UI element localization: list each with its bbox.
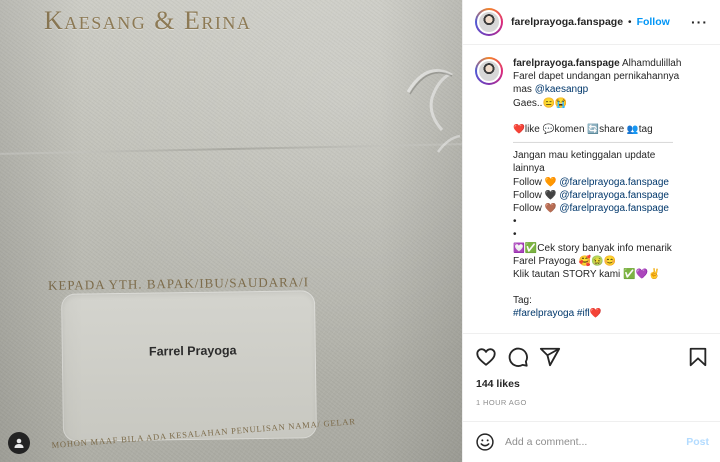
caption-text: farelprayoga.fanspage Alhamdulillah Fare… — [513, 57, 709, 321]
hashtag-link[interactable]: #farelprayoga #ifl — [513, 308, 590, 319]
header-username[interactable]: farelprayoga.fanspage — [511, 16, 623, 28]
comment-bar: Post — [463, 421, 720, 462]
caption-line: Tag: — [513, 295, 532, 307]
handle-link[interactable]: @farelprayoga.fanspage — [559, 203, 669, 214]
caption-username[interactable]: farelprayoga.fanspage — [513, 58, 620, 69]
envelope-window — [60, 290, 318, 442]
caption-line: Jangan mau ketinggalan update — [513, 150, 656, 162]
recipient-name: Farrel Prayoga — [148, 343, 237, 359]
handle-link[interactable]: @farelprayoga.fanspage — [559, 190, 669, 201]
comment-input[interactable] — [505, 436, 675, 448]
caption-divider: ———————————————— — [513, 137, 673, 149]
speech-bubble-emoji: 💬 — [542, 123, 555, 135]
caption-word: Follow — [513, 176, 542, 188]
emoji-icon[interactable] — [475, 432, 495, 452]
post-timestamp[interactable]: 1 HOUR AGO — [476, 398, 527, 407]
caption-bullet: • — [513, 216, 517, 228]
avatar[interactable] — [475, 8, 503, 36]
caption-line: Alhamdulillah — [621, 58, 682, 69]
sparkle-emoji: 💟 — [513, 242, 525, 254]
person-tag-icon[interactable] — [8, 432, 30, 454]
caption-bullet: • — [513, 229, 517, 241]
post-side-panel: farelprayoga.fanspage • Follow ··· farel… — [462, 0, 720, 462]
handle-link[interactable]: @farelprayoga.fanspage — [559, 177, 669, 188]
black-heart-emoji: 🖤 — [544, 189, 557, 201]
caption-line: Farel Prayoga 🥰🤢😊 — [513, 255, 616, 267]
addressee-label: KEPADA YTH. BAPAK/IBU/SAUDARA/I — [47, 274, 310, 293]
disclaimer-text: MOHON MAAF BILA ADA KESALAHAN PENULISAN … — [51, 416, 357, 450]
follow-button[interactable]: Follow — [637, 16, 670, 28]
mention-link[interactable]: @kaesangp — [535, 84, 589, 95]
caption-line: Gaes..😑😭 — [513, 97, 568, 109]
caption-line: lainnya — [513, 163, 545, 175]
people-emoji: 👥 — [626, 123, 639, 135]
orange-heart-emoji: 🧡 — [544, 176, 557, 188]
caption-avatar[interactable] — [475, 57, 503, 85]
caption-line: Farel dapet undangan pernikahannya — [513, 71, 680, 83]
caption-word: Follow — [513, 203, 542, 215]
caption-word: Follow — [513, 189, 542, 201]
share-icon[interactable] — [539, 346, 561, 368]
caption-line: ✅Cek story banyak info menarik — [524, 242, 672, 254]
more-horizontal-icon[interactable]: ··· — [691, 14, 708, 30]
embossed-monogram — [406, 69, 461, 153]
envelope-fold — [0, 143, 462, 155]
likes-count[interactable]: 144 likes — [476, 378, 520, 390]
heart-emoji: ❤️ — [589, 308, 602, 320]
heart-emoji: ❤️ — [513, 123, 525, 135]
caption-area: farelprayoga.fanspage Alhamdulillah Fare… — [463, 45, 720, 333]
caption: farelprayoga.fanspage Alhamdulillah Fare… — [475, 57, 709, 321]
caption-word: share — [599, 123, 625, 135]
bookmark-icon[interactable] — [687, 346, 709, 368]
caption-line: mas — [513, 84, 532, 96]
heart-icon[interactable] — [475, 346, 497, 368]
caption-line: Klik tautan STORY kami ✅💜✌ — [513, 269, 661, 281]
caption-word: komen — [554, 123, 585, 135]
comment-icon[interactable] — [507, 346, 529, 368]
share-emoji: 🔄 — [587, 123, 600, 135]
caption-word: tag — [638, 123, 653, 135]
action-bar — [463, 333, 720, 380]
post-comment-button[interactable]: Post — [686, 436, 709, 448]
post-header: farelprayoga.fanspage • Follow ··· — [463, 0, 720, 45]
caption-word: like — [524, 123, 540, 135]
invitation-title: Kaesang & Erina — [44, 6, 252, 35]
post-image[interactable]: Kaesang & Erina KEPADA YTH. BAPAK/IBU/SA… — [0, 0, 462, 462]
header-separator: • — [628, 16, 632, 28]
brown-heart-emoji: 🤎 — [544, 203, 557, 215]
